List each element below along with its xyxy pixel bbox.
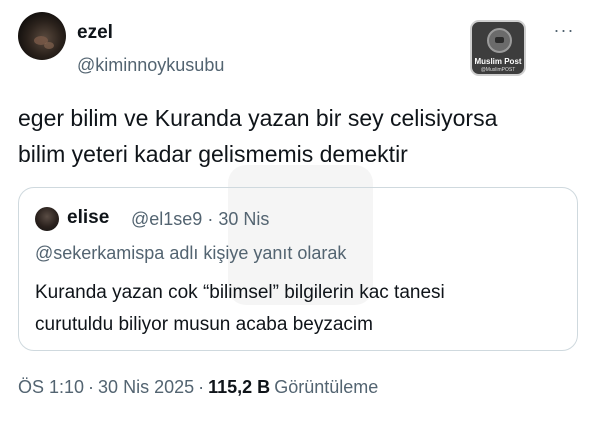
watermark-title: Muslim Post <box>474 57 522 66</box>
watermark-subtitle: @MuslimPOST <box>480 67 516 73</box>
tweet-text-line: eger bilim ve Kuranda yazan bir sey celi… <box>18 105 498 131</box>
author-display-name[interactable]: ezel <box>77 22 113 44</box>
views-count: 115,2 B <box>208 377 271 397</box>
quote-reply-context: @sekerkamispa adlı kişiye yanıt olarak <box>35 243 347 263</box>
quoted-tweet[interactable]: elise @el1se9 · 30 Nis @sekerkamispa adlı … <box>18 187 578 351</box>
quote-date: 30 Nis <box>218 209 270 229</box>
author-avatar[interactable] <box>18 12 66 60</box>
watermark-logo: Muslim Post @MuslimPOST <box>470 20 526 76</box>
quote-author-display-name: elise <box>67 207 110 228</box>
separator-dot: · <box>198 377 205 397</box>
tweet-date[interactable]: 30 Nis 2025 <box>98 377 194 397</box>
quote-meta: @el1se9 · 30 Nis <box>131 209 274 230</box>
author-handle[interactable]: @kiminnoykusubu <box>77 55 224 76</box>
separator-dot: · <box>207 209 214 229</box>
quote-text: Kuranda yazan cok “bilimsel” bilgilerin … <box>35 277 565 341</box>
more-horizontal-icon[interactable]: ··· <box>549 20 579 40</box>
tweet-time[interactable]: ÖS 1:10 <box>18 377 84 397</box>
quote-author-handle: @el1se9 <box>131 209 203 229</box>
tweet-footer: ÖS 1:10 · 30 Nis 2025 · 115,2 B Görüntüleme <box>18 377 382 398</box>
quote-author-avatar <box>35 207 59 231</box>
avatar-detail <box>44 42 54 49</box>
tweet-text: eger bilim ve Kuranda yazan bir sey celi… <box>18 100 578 172</box>
views-label: Görüntüleme <box>274 377 379 397</box>
separator-dot: · <box>88 377 95 397</box>
quote-text-line: Kuranda yazan cok “bilimsel” bilgilerin … <box>35 282 445 303</box>
quote-text-line: curutuldu biliyor musun acaba beyzacim <box>35 314 373 335</box>
watermark-face-icon <box>487 28 512 53</box>
